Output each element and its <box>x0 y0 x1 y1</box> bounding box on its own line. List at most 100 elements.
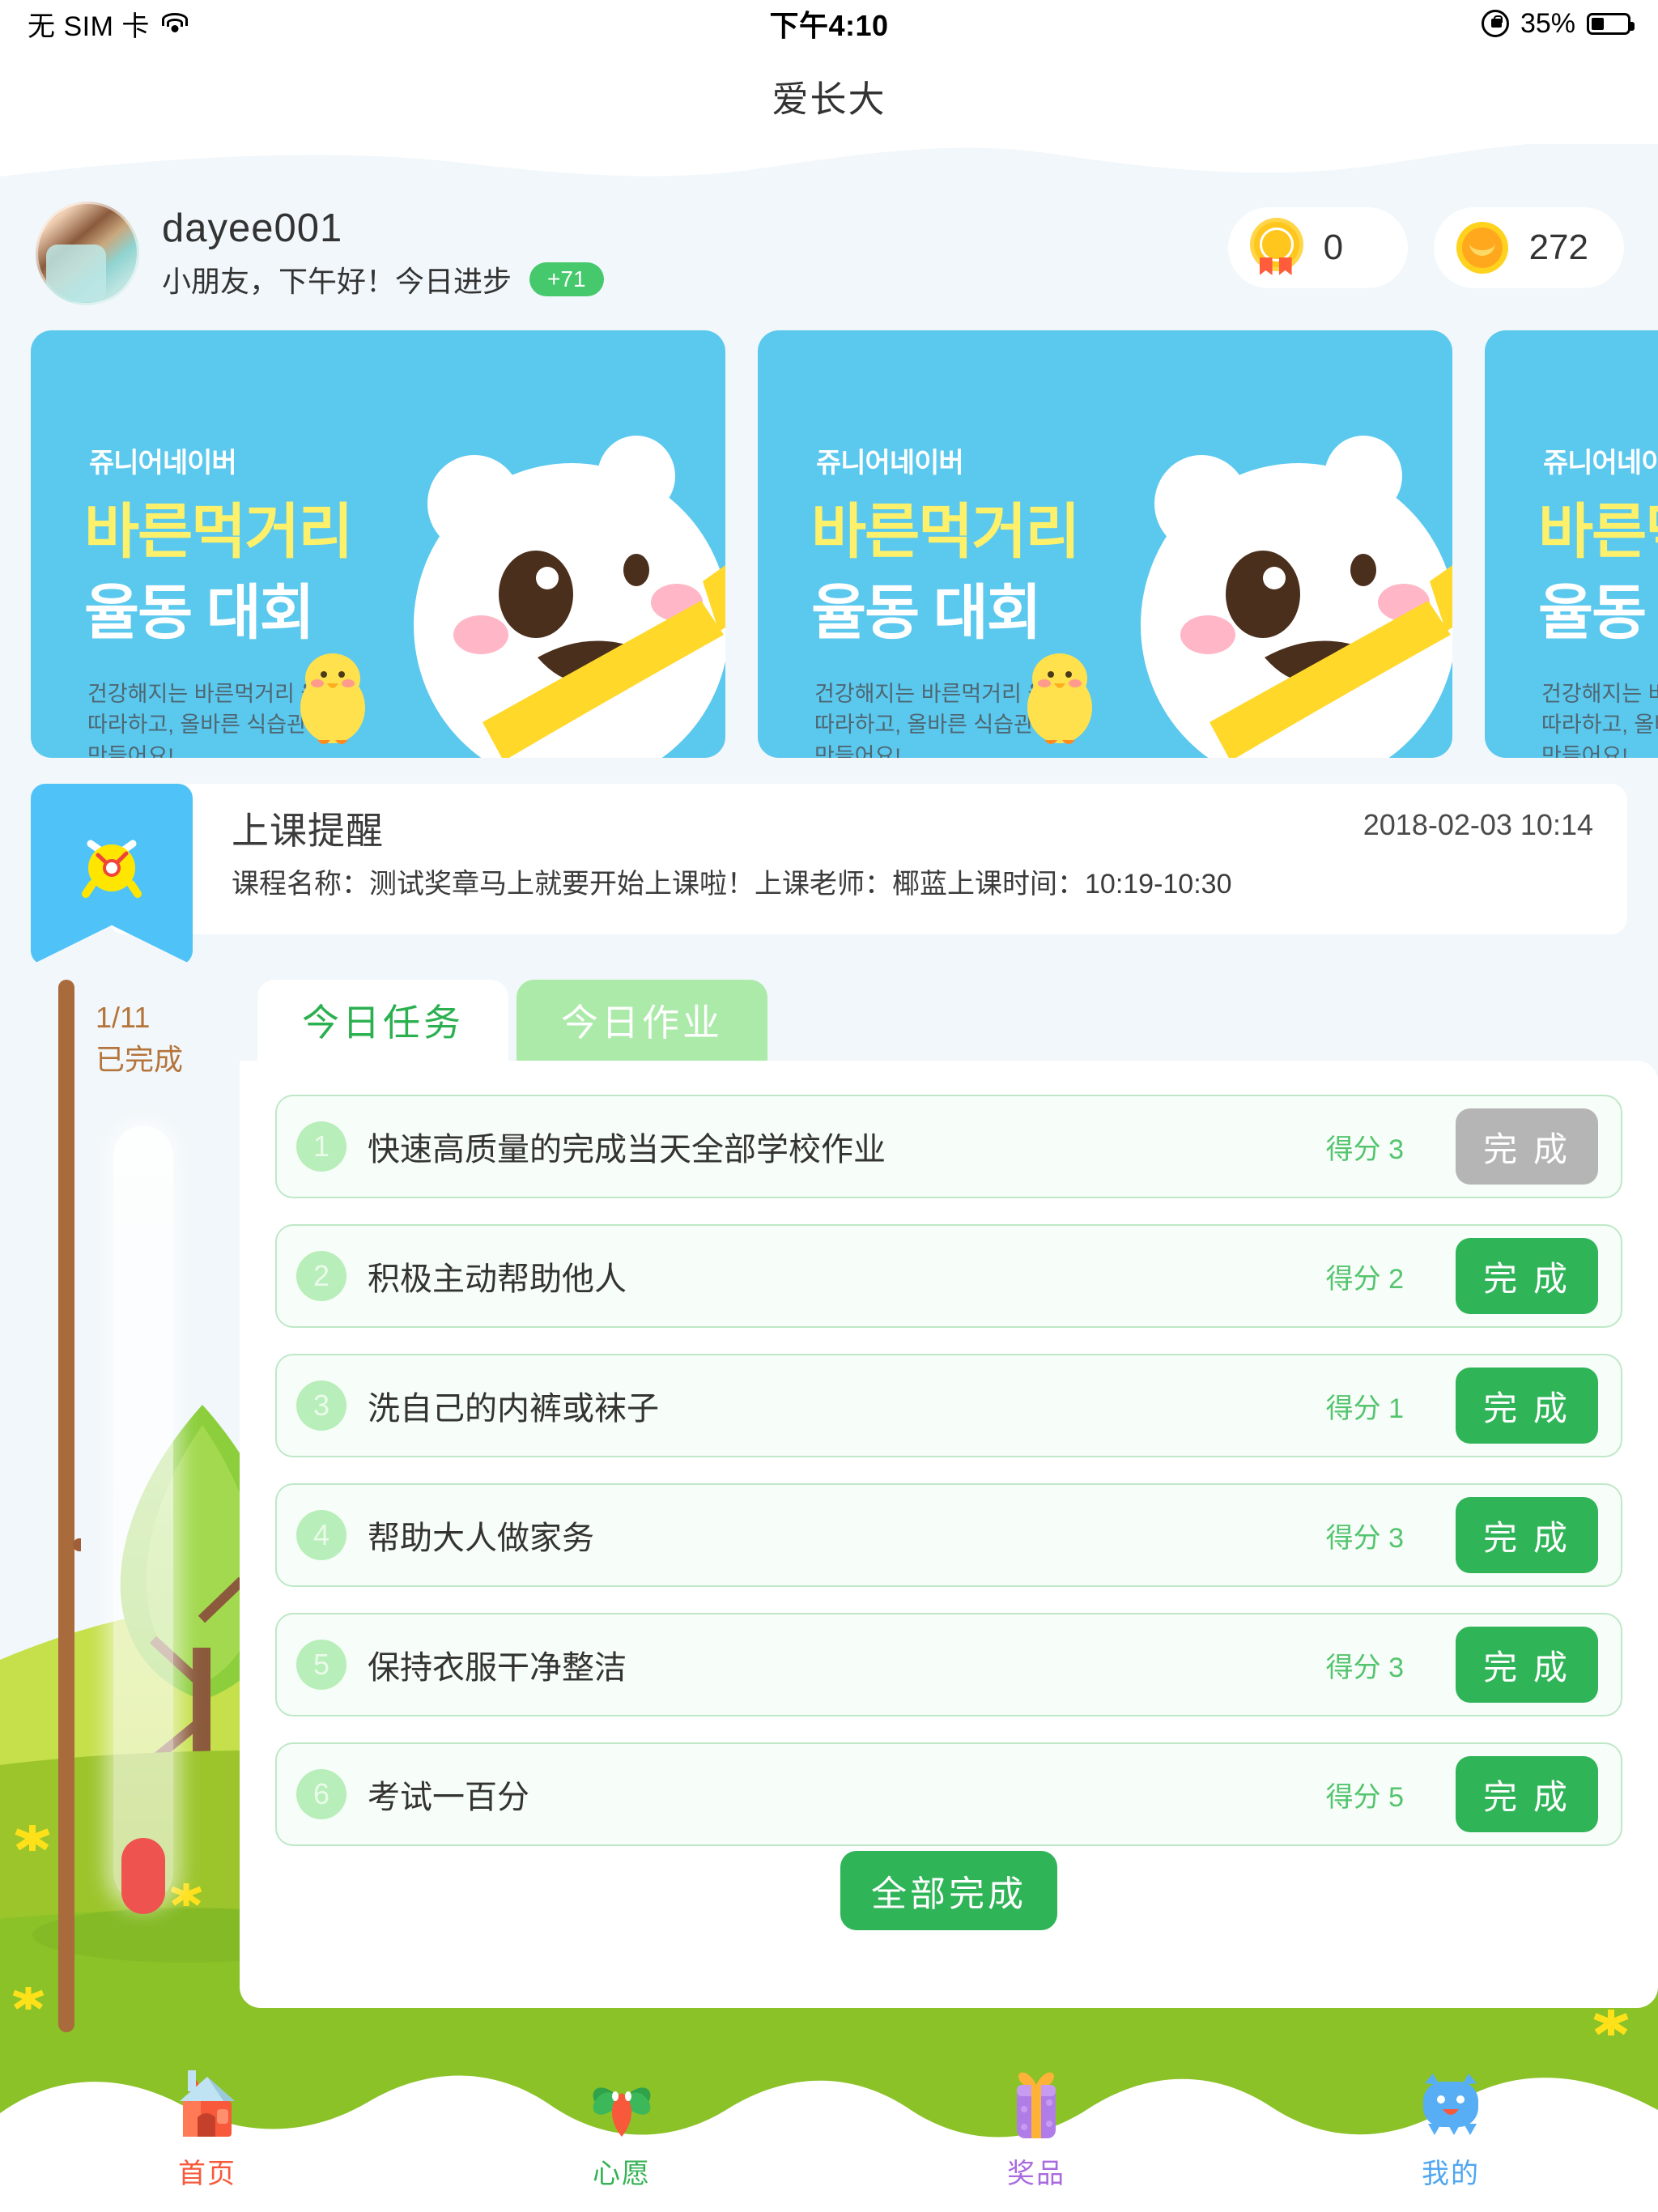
medal-count: 0 <box>1323 228 1344 267</box>
greeting-row: 小朋友，下午好！今日进步 +71 <box>162 258 604 300</box>
task-complete-button[interactable]: 完 成 <box>1456 1497 1598 1573</box>
banner-brand: 쥬니어네이버 <box>1543 448 1658 479</box>
task-number: 2 <box>296 1251 346 1301</box>
rotation-lock-icon <box>1481 10 1509 37</box>
thermometer-pole <box>58 980 81 2032</box>
avatar[interactable] <box>36 201 139 305</box>
task-title: 帮助大人做家务 <box>368 1521 594 1556</box>
task-list: 1 快速高质量的完成当天全部学校作业 得分 3 完 成 2 积极主动帮助他人 得… <box>240 1061 1658 2008</box>
battery-icon <box>1587 12 1635 35</box>
reminder-description: 课程名称：测试奖章马上就要开始上课啦！上课老师：椰蓝上课时间：10:19-10:… <box>232 869 1232 900</box>
app-screen: 无 SIM 卡 下午4:10 35% 爱长大 dayee001 小朋友，下午好！… <box>0 0 1658 2212</box>
thermometer-tube <box>113 1125 173 1903</box>
reminder-title: 上课提醒 <box>232 810 384 852</box>
task-title: 考试一百分 <box>368 1780 529 1815</box>
banner-title-line2: 율동 대회 <box>811 579 1042 646</box>
task-tabs: 今日任务 今日作业 <box>240 980 1658 1061</box>
score-pills: 0 272 <box>1227 207 1624 288</box>
reminder-date: 2018-02-03 10:14 <box>1363 808 1593 841</box>
progress-badge: +71 <box>529 262 604 296</box>
complete-all-button[interactable]: 全部完成 <box>840 1851 1057 1930</box>
username-label: dayee001 <box>162 206 343 251</box>
nav-item-home[interactable]: 首页 <box>0 2058 414 2212</box>
bottom-navigation: 首页 心愿 奖品 我的 <box>0 2058 1658 2212</box>
nav-item-mine[interactable]: 我的 <box>1244 2058 1658 2212</box>
task-number: 3 <box>296 1380 346 1431</box>
banner-brand: 쥬니어네이버 <box>816 448 964 479</box>
bear-mascot-illustration <box>414 436 725 758</box>
banner-slide[interactable]: 쥬니어네이버 바른먹거리 율동 대회 건강해지는 바른먹거리 율동 따라하고, … <box>31 330 725 758</box>
task-title: 积极主动帮助他人 <box>368 1261 627 1297</box>
task-score: 得分 2 <box>1325 1263 1404 1295</box>
status-bar: 无 SIM 卡 下午4:10 35% <box>0 0 1658 47</box>
tab-today-tasks[interactable]: 今日任务 <box>257 980 508 1061</box>
banner-slide[interactable]: 쥬니어네이버 바른먹거리 율동 대회 건강해지는 바른먹거리 율동 따라하고, … <box>758 330 1452 758</box>
task-row[interactable]: 1 快速高质量的完成当天全部学校作业 得分 3 完 成 <box>275 1095 1622 1198</box>
banner-title-line1: 바른먹거리 <box>84 498 353 565</box>
banner-title-line1: 바른먹거리 <box>1538 498 1658 565</box>
banner-subtitle: 건강해지는 바른먹거리 율동 따라하고, 올바른 식습관 만들어요! <box>1541 682 1658 758</box>
medal-score-pill[interactable]: 0 <box>1227 207 1408 288</box>
status-bar-time: 下午4:10 <box>769 9 889 42</box>
status-bar-right: 35% <box>1481 7 1635 40</box>
thermometer-bulb <box>121 1838 165 1914</box>
nav-label-wish: 心愿 <box>593 2159 651 2189</box>
task-row[interactable]: 6 考试一百分 得分 5 完 成 <box>275 1742 1622 1846</box>
page-title: 爱长大 <box>772 78 886 120</box>
task-row[interactable]: 4 帮助大人做家务 得分 3 完 成 <box>275 1483 1622 1587</box>
medal-icon <box>1251 222 1303 275</box>
alarm-clock-icon <box>82 840 142 898</box>
task-score: 得分 3 <box>1325 1652 1404 1683</box>
banner-title-line2: 율동 대회 <box>1538 579 1658 646</box>
task-row[interactable]: 2 积极主动帮助他人 得分 2 完 成 <box>275 1224 1622 1328</box>
gift-icon <box>1017 2072 1056 2138</box>
profile-monster-icon <box>1423 2074 1478 2135</box>
task-complete-button[interactable]: 完 成 <box>1456 1627 1598 1703</box>
nav-label-mine: 我的 <box>1422 2159 1480 2189</box>
banner-carousel[interactable]: 쥬니어네이버 바른먹거리 율동 대회 건강해지는 바른먹거리 율동 따라하고, … <box>0 330 1658 768</box>
coin-icon <box>1456 222 1508 274</box>
home-icon <box>180 2070 235 2137</box>
task-number: 5 <box>296 1640 346 1690</box>
task-title: 快速高质量的完成当天全部学校作业 <box>368 1132 886 1168</box>
app-header: 爱长大 <box>0 47 1658 144</box>
banner-title-line1: 바른먹거리 <box>811 498 1080 565</box>
greeting-label: 小朋友，下午好！今日进步 <box>162 264 512 298</box>
clover-icon <box>593 2087 651 2137</box>
coin-score-pill[interactable]: 272 <box>1433 207 1624 288</box>
task-complete-button[interactable]: 完 成 <box>1456 1238 1598 1314</box>
task-row[interactable]: 5 保持衣服干净整洁 得分 3 完 成 <box>275 1613 1622 1716</box>
task-row[interactable]: 3 洗自己的内裤或袜子 得分 1 完 成 <box>275 1354 1622 1457</box>
task-score: 得分 5 <box>1325 1781 1404 1813</box>
coin-count: 272 <box>1528 228 1588 267</box>
task-score: 得分 3 <box>1325 1134 1404 1165</box>
task-complete-button[interactable]: 完 成 <box>1456 1368 1598 1444</box>
bear-mascot-illustration <box>1141 436 1452 758</box>
task-complete-button[interactable]: 完 成 <box>1456 1756 1598 1832</box>
chick-illustration <box>1027 653 1092 744</box>
battery-percent-label: 35% <box>1520 7 1575 39</box>
thermometer-status: 已完成 <box>96 1043 184 1076</box>
nav-item-wish[interactable]: 心愿 <box>414 2058 829 2212</box>
banner-title-line2: 율동 대회 <box>84 579 315 646</box>
nav-item-prize[interactable]: 奖品 <box>829 2058 1244 2212</box>
chick-illustration <box>300 653 365 744</box>
task-panel: 今日任务 今日作业 1 快速高质量的完成当天全部学校作业 得分 3 完 成 2 … <box>240 980 1658 2008</box>
task-title: 洗自己的内裤或袜子 <box>368 1391 659 1427</box>
nav-label-prize: 奖品 <box>1007 2159 1065 2189</box>
task-score: 得分 1 <box>1325 1393 1404 1424</box>
task-number: 4 <box>296 1510 346 1560</box>
task-title: 保持衣服干净整洁 <box>368 1650 627 1686</box>
nav-label-home: 首页 <box>178 2159 236 2189</box>
profile-info: dayee001 小朋友，下午好！今日进步 +71 <box>162 206 604 300</box>
banner-brand: 쥬니어네이버 <box>89 448 237 479</box>
task-number: 1 <box>296 1121 346 1172</box>
thermometer-count: 1/11 <box>96 1001 151 1034</box>
task-complete-button[interactable]: 完 成 <box>1456 1108 1598 1185</box>
banner-slide[interactable]: 쥬니어네이버 바른먹거리 율동 대회 건강해지는 바른먹거리 율동 따라하고, … <box>1485 330 1658 758</box>
progress-thermometer: 1/11 已完成 <box>0 980 267 1951</box>
task-score: 得分 3 <box>1325 1522 1404 1554</box>
class-reminder-card[interactable]: 上课提醒 2018-02-03 10:14 课程名称：测试奖章马上就要开始上课啦… <box>31 784 1627 965</box>
task-number: 6 <box>296 1769 346 1819</box>
tab-today-homework[interactable]: 今日作业 <box>517 980 767 1061</box>
